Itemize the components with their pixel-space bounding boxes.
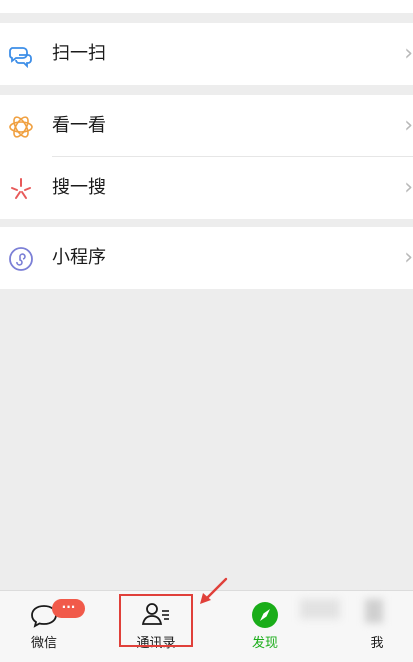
- scan-icon: [9, 47, 32, 68]
- menu-item-mini-programs[interactable]: 小程序 ›: [0, 227, 413, 289]
- blurred-area: [300, 599, 340, 619]
- menu-item-label: 小程序: [52, 247, 106, 268]
- top-stories-icon: [9, 116, 33, 138]
- chevron-right-icon: ›: [404, 175, 413, 200]
- top-group-edge: [0, 0, 413, 13]
- discover-group: 看一看 › 搜一搜 ›: [0, 95, 413, 219]
- tab-discover[interactable]: 发现: [225, 591, 305, 662]
- compass-icon: [252, 602, 278, 628]
- menu-item-label: 搜一搜: [52, 177, 106, 198]
- menu-item-label: 看一看: [52, 115, 106, 136]
- chevron-right-icon: ›: [404, 41, 413, 66]
- user-icon: [365, 599, 383, 623]
- menu-item-label: 扫一扫: [52, 43, 106, 64]
- tab-label: 微信: [30, 636, 57, 651]
- tab-me[interactable]: 我: [337, 591, 413, 662]
- menu-item-scan[interactable]: 扫一扫 ›: [0, 23, 413, 85]
- chevron-right-icon: ›: [404, 113, 413, 138]
- menu-item-top-stories[interactable]: 看一看 ›: [0, 95, 413, 157]
- chevron-right-icon: ›: [404, 245, 413, 270]
- mini-programs-icon: [9, 247, 33, 271]
- highlight-box: [119, 594, 193, 647]
- search-icon: [11, 178, 31, 199]
- menu-item-search[interactable]: 搜一搜 ›: [0, 157, 413, 219]
- unread-badge: ···: [52, 599, 85, 618]
- mini-programs-group: 小程序 ›: [0, 227, 413, 289]
- pointer-arrow: [200, 577, 228, 604]
- tab-label: 我: [370, 636, 384, 651]
- scan-group: 扫一扫 ›: [0, 23, 413, 85]
- tab-label: 发现: [251, 636, 278, 651]
